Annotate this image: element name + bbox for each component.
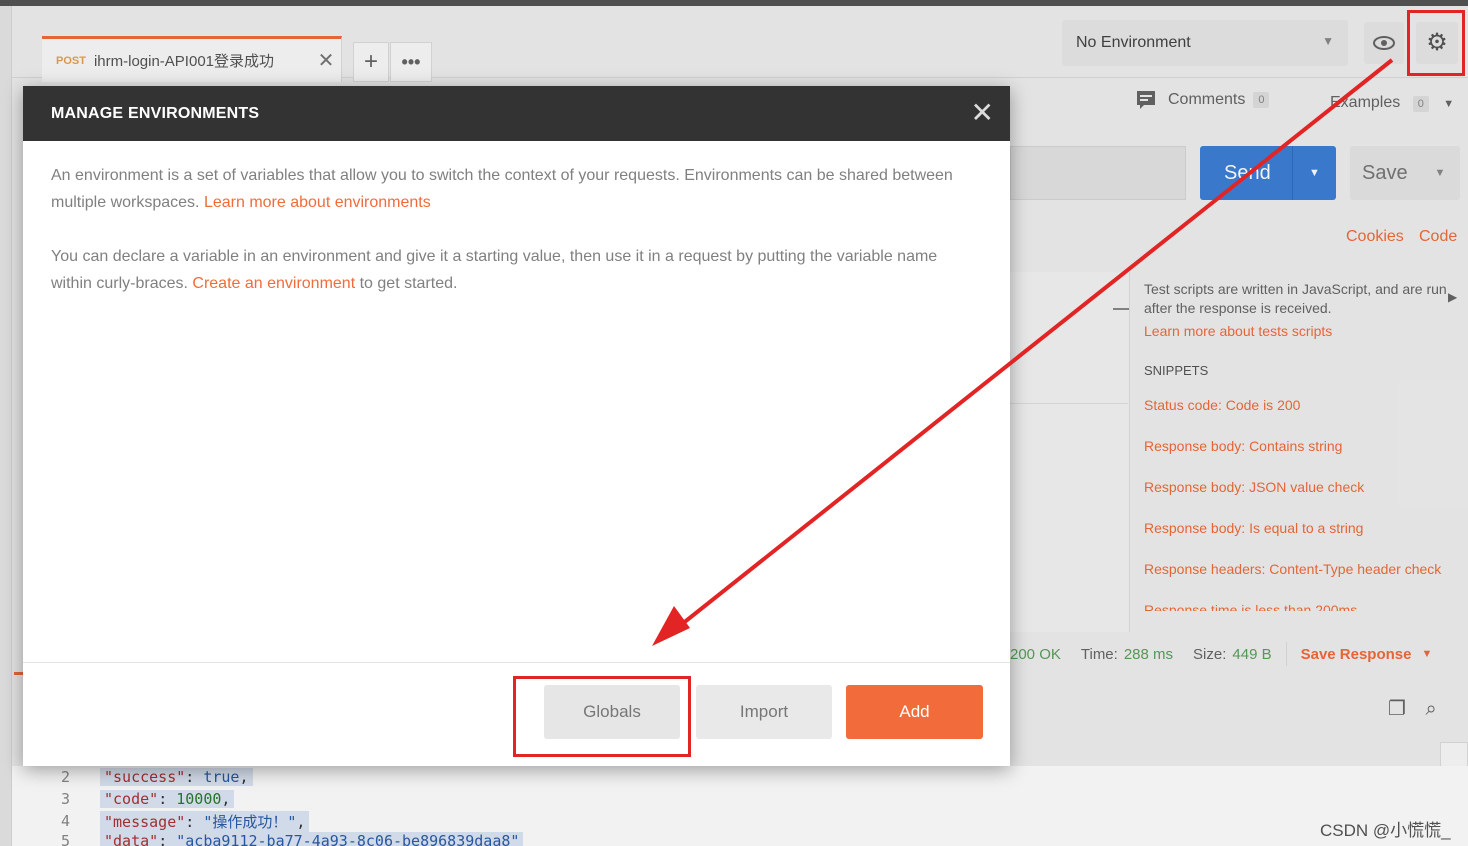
add-environment-button[interactable]: Add [846,685,983,739]
usage-text: You can declare a variable in an environ… [51,248,938,292]
intro-paragraph: An environment is a set of variables tha… [51,162,981,216]
modal-body: An environment is a set of variables tha… [51,162,981,324]
intro-text: An environment is a set of variables tha… [51,167,953,211]
usage-paragraph: You can declare a variable in an environ… [51,243,981,297]
learn-environments-link[interactable]: Learn more about environments [204,194,431,211]
annotation-highlight-box [513,676,691,757]
usage-tail-text: to get started. [359,275,458,292]
modal-title: MANAGE ENVIRONMENTS [51,105,260,122]
manage-environments-modal: MANAGE ENVIRONMENTS ✕ An environment is … [23,86,1010,766]
close-icon[interactable]: ✕ [971,98,994,128]
import-button[interactable]: Import [696,685,832,739]
annotation-highlight-box [1407,10,1465,76]
modal-header: MANAGE ENVIRONMENTS ✕ [23,86,1010,141]
create-environment-link[interactable]: Create an environment [192,275,355,292]
